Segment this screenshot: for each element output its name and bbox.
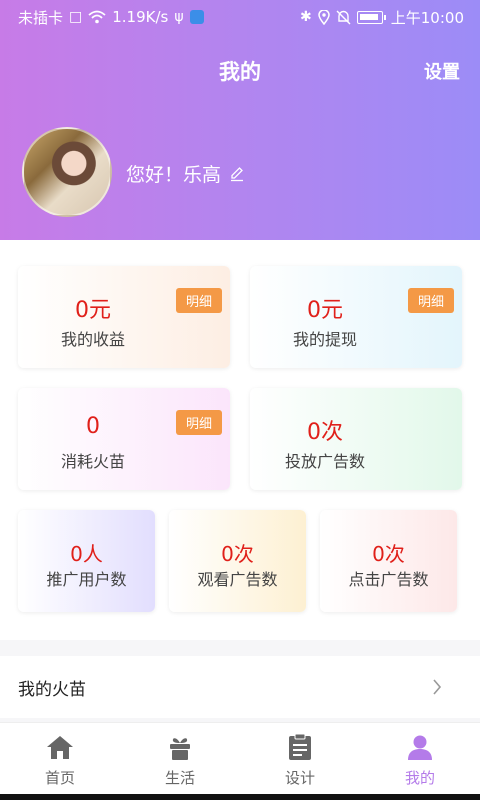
tab-label: 生活: [164, 769, 195, 787]
tab-label: 首页: [44, 769, 75, 787]
ads-placed-value: 0次: [307, 420, 343, 445]
earnings-card[interactable]: 0元 我的收益 明细: [18, 266, 230, 368]
tab-home[interactable]: 首页: [0, 723, 120, 794]
tab-label: 设计: [284, 769, 315, 787]
clock: 上午10:00: [390, 8, 464, 27]
tab-mine[interactable]: 我的: [360, 723, 480, 794]
avatar[interactable]: [22, 127, 112, 217]
ads-watched-label: 观看广告数: [197, 570, 278, 589]
ads-placed-card[interactable]: 0次 投放广告数: [250, 388, 462, 490]
usb-icon: ψ: [174, 9, 184, 25]
status-bar: 未插卡 □ 1.19K/s ψ ✱ 上午10:00: [0, 0, 480, 34]
profile-greeting[interactable]: 您好！乐高: [126, 160, 245, 187]
profile-header: 未插卡 □ 1.19K/s ψ ✱ 上午10:00 我的 设置 您好！乐高: [0, 0, 480, 240]
greeting-text: 您好！乐高: [126, 164, 222, 186]
ads-clicked-label: 点击广告数: [348, 570, 429, 589]
bottom-tab-bar: 首页 生活 设计 我的: [0, 722, 480, 794]
edit-icon[interactable]: [229, 166, 245, 182]
ads-placed-label: 投放广告数: [284, 452, 365, 471]
withdrawals-card[interactable]: 0元 我的提现 明细: [250, 266, 462, 368]
withdrawals-detail-button[interactable]: 明细: [407, 288, 454, 313]
withdrawals-value: 0元: [307, 298, 343, 323]
battery-icon: [356, 10, 386, 24]
ads-watched-card[interactable]: 0次 观看广告数: [169, 510, 306, 612]
earnings-value: 0元: [75, 298, 111, 323]
tab-life[interactable]: 生活: [120, 723, 240, 794]
tab-design[interactable]: 设计: [240, 723, 360, 794]
network-speed: 1.19K/s: [112, 8, 169, 26]
tab-label: 我的: [404, 769, 435, 787]
wifi-icon: [88, 10, 106, 24]
document-icon: [286, 733, 314, 761]
system-nav-strip: [0, 794, 480, 800]
mute-bell-icon: [336, 10, 351, 24]
home-icon: [46, 733, 74, 761]
referred-users-label: 推广用户数: [46, 570, 127, 589]
carrier-text: 未插卡: [18, 8, 64, 27]
location-icon: [318, 9, 330, 25]
app-notification-icon: [189, 10, 204, 24]
ads-clicked-card[interactable]: 0次 点击广告数: [320, 510, 457, 612]
seedlings-used-value: 0: [86, 414, 100, 439]
referred-users-value: 0人: [70, 542, 103, 566]
page-title: 我的: [219, 60, 261, 84]
earnings-label: 我的收益: [60, 330, 125, 349]
chevron-right-icon: [433, 679, 442, 695]
person-icon: [406, 733, 434, 761]
ads-clicked-value: 0次: [372, 542, 405, 566]
settings-button[interactable]: 设置: [424, 58, 460, 84]
sim-alert-icon: □: [69, 9, 83, 25]
seedlings-used-card[interactable]: 0 消耗火苗 明细: [18, 388, 230, 490]
menu-item-my-seedlings[interactable]: 我的火苗: [0, 656, 480, 718]
stats-panel: 0元 我的收益 明细 0元 我的提现 明细 0 消耗火苗 明细 0次 投放广告数…: [0, 240, 480, 640]
gift-plant-icon: [166, 733, 194, 761]
menu-item-label: 我的火苗: [18, 679, 86, 700]
referred-users-card[interactable]: 0人 推广用户数: [18, 510, 155, 612]
seedlings-used-label: 消耗火苗: [60, 452, 125, 471]
seedlings-detail-button[interactable]: 明细: [175, 410, 222, 435]
bluetooth-icon: ✱: [300, 9, 312, 25]
withdrawals-label: 我的提现: [292, 330, 357, 349]
earnings-detail-button[interactable]: 明细: [175, 288, 222, 313]
ads-watched-value: 0次: [221, 542, 254, 566]
